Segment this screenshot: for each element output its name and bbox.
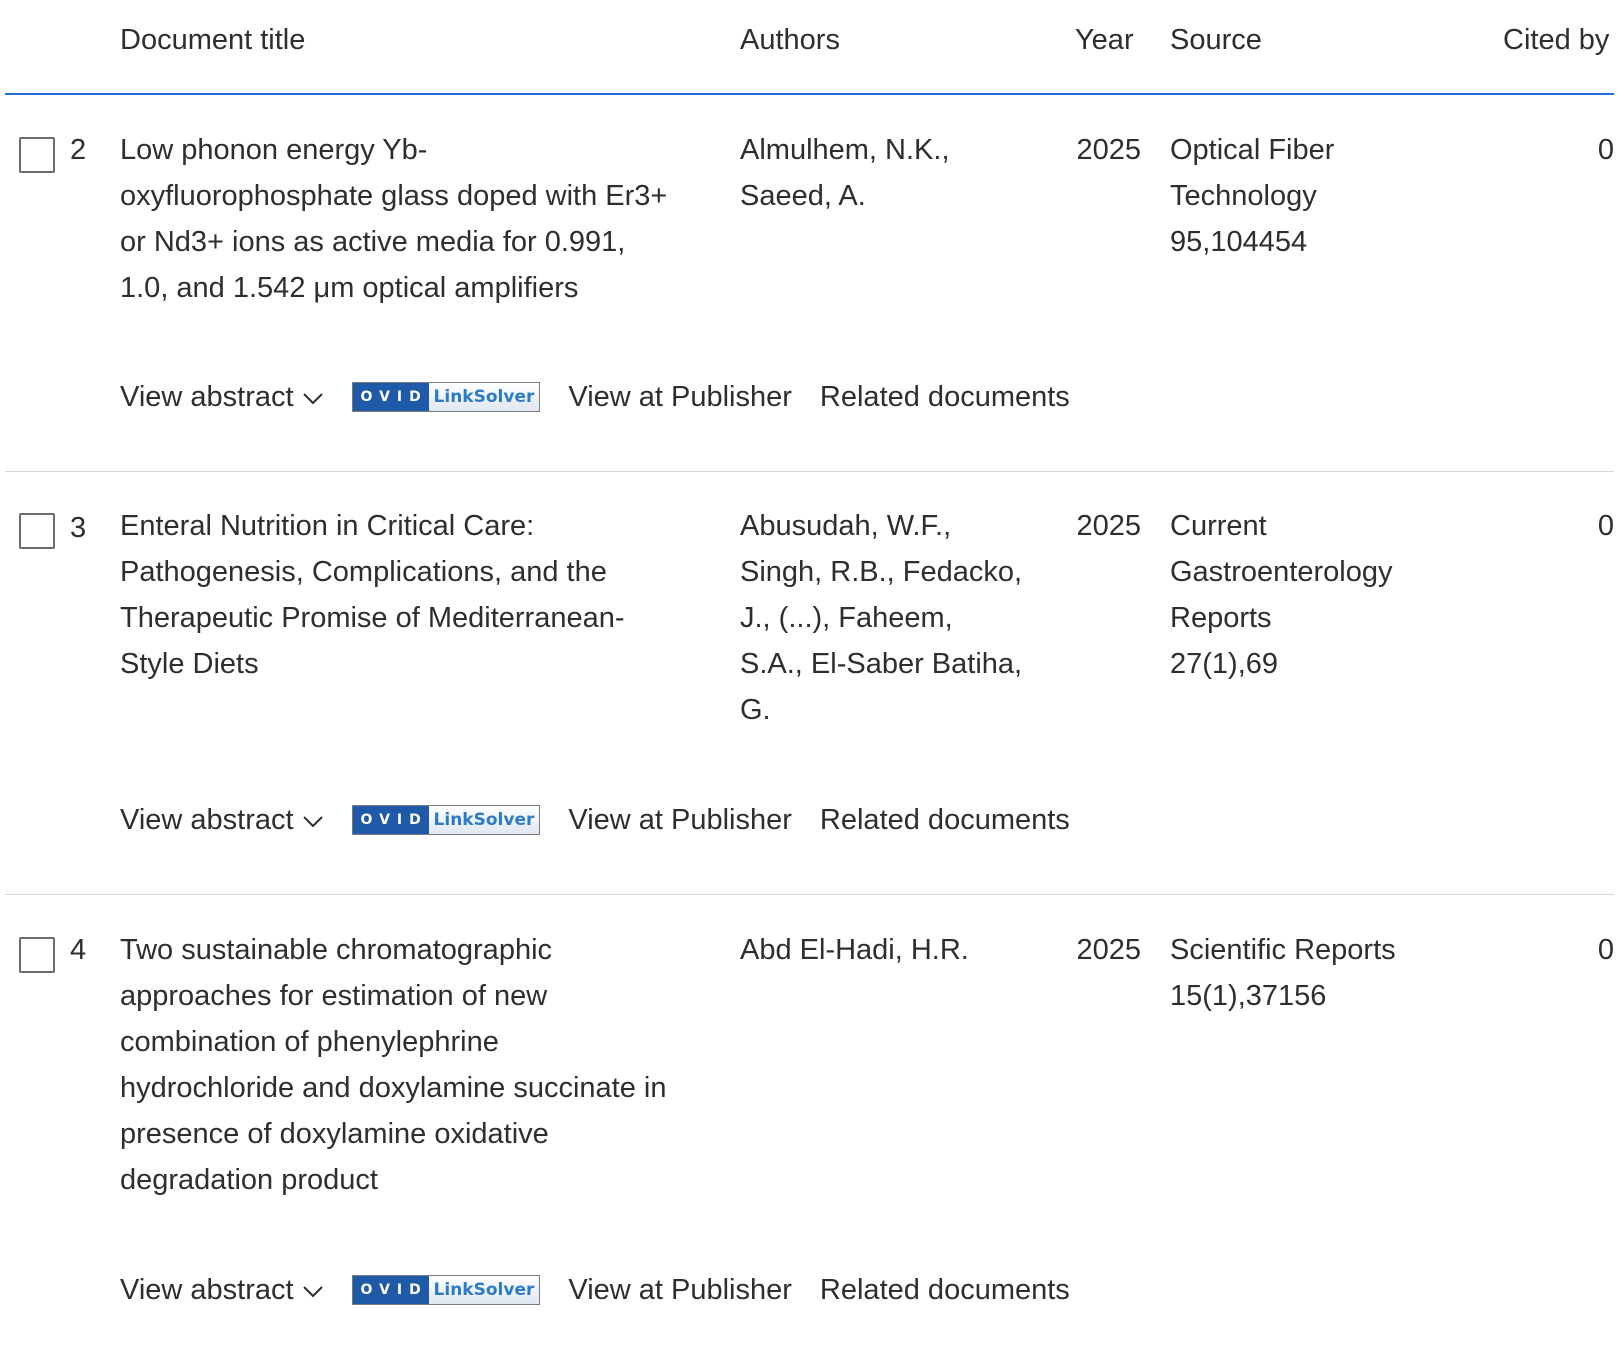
header-authors[interactable]: Authors: [740, 22, 840, 58]
author-line[interactable]: J., (...), Faheem,: [740, 595, 1050, 641]
row-divider: [5, 471, 1614, 472]
header-divider: [5, 93, 1614, 95]
source-line: 15(1),37156: [1170, 980, 1327, 1012]
related-documents-link[interactable]: Related documents: [820, 804, 1070, 837]
title-line[interactable]: oxyfluorophosphate glass doped with Er3+: [120, 173, 720, 219]
document-title[interactable]: Two sustainable chromatographic approach…: [120, 927, 720, 1203]
linksolver-logo: LinkSolver: [428, 806, 540, 834]
author-line[interactable]: G.: [740, 687, 1050, 733]
row-select-checkbox[interactable]: [19, 937, 55, 973]
source-line[interactable]: Current: [1170, 503, 1460, 549]
authors[interactable]: Almulhem, N.K., Saeed, A.: [740, 127, 1050, 219]
author-line[interactable]: Abusudah, W.F.,: [740, 503, 1050, 549]
document-title[interactable]: Enteral Nutrition in Critical Care: Path…: [120, 503, 720, 687]
header-source[interactable]: Source: [1170, 22, 1262, 58]
source[interactable]: Scientific Reports 15(1),37156: [1170, 927, 1460, 1019]
authors[interactable]: Abd El-Hadi, H.R.: [740, 927, 1050, 973]
view-abstract-button[interactable]: View abstract: [120, 381, 324, 414]
view-abstract-label: View abstract: [120, 380, 294, 413]
ovid-linksolver-button[interactable]: OVID LinkSolver: [351, 805, 541, 835]
related-documents-link[interactable]: Related documents: [820, 381, 1070, 414]
cited-by-count[interactable]: 0: [1500, 503, 1614, 549]
title-line[interactable]: or Nd3+ ions as active media for 0.991,: [120, 219, 720, 265]
source-line[interactable]: Gastroenterology: [1170, 549, 1460, 595]
row-actions: View abstract OVID LinkSolver View at Pub…: [120, 1270, 1070, 1310]
year: 2025: [1076, 134, 1141, 166]
view-abstract-button[interactable]: View abstract: [120, 1274, 324, 1307]
chevron-down-icon: [302, 393, 323, 405]
title-line[interactable]: Therapeutic Promise of Mediterranean-: [120, 595, 720, 641]
header-cited-by[interactable]: Cited by: [1503, 22, 1609, 58]
row-actions: View abstract OVID LinkSolver View at Pub…: [120, 377, 1070, 417]
chevron-down-icon: [302, 1286, 323, 1298]
title-line[interactable]: presence of doxylamine oxidative: [120, 1111, 720, 1157]
source-line[interactable]: Reports: [1170, 595, 1460, 641]
author-line[interactable]: Abd El-Hadi, H.R.: [740, 927, 1050, 973]
title-line[interactable]: Pathogenesis, Complications, and the: [120, 549, 720, 595]
row-actions: View abstract OVID LinkSolver View at Pub…: [120, 800, 1070, 840]
results-table-header: Document title Authors Year Source Cited…: [0, 0, 1618, 94]
view-abstract-button[interactable]: View abstract: [120, 804, 324, 837]
title-line[interactable]: Two sustainable chromatographic: [120, 927, 720, 973]
header-year[interactable]: Year: [1075, 22, 1134, 58]
cited-by-count[interactable]: 0: [1500, 127, 1614, 173]
ovid-linksolver-button[interactable]: OVID LinkSolver: [351, 1275, 541, 1305]
related-documents-link[interactable]: Related documents: [820, 1274, 1070, 1307]
author-line[interactable]: S.A., El-Saber Batiha,: [740, 641, 1050, 687]
year: 2025: [1076, 510, 1141, 542]
view-abstract-label: View abstract: [120, 803, 294, 836]
ovid-logo: OVID: [352, 383, 429, 411]
linksolver-logo: LinkSolver: [428, 383, 540, 411]
source-line: 95,104454: [1170, 226, 1308, 258]
source[interactable]: Optical Fiber Technology 95,104454: [1170, 127, 1460, 265]
header-document-title[interactable]: Document title: [120, 22, 305, 58]
title-line[interactable]: 1.0, and 1.542 μm optical amplifiers: [120, 265, 720, 311]
linksolver-logo: LinkSolver: [428, 1276, 540, 1304]
source-line[interactable]: Technology: [1170, 173, 1460, 219]
row-number: 4: [70, 934, 87, 966]
document-title[interactable]: Low phonon energy Yb- oxyfluorophosphate…: [120, 127, 720, 311]
source-line: 27(1),69: [1170, 648, 1279, 680]
view-abstract-label: View abstract: [120, 1273, 294, 1306]
row-select-checkbox[interactable]: [19, 137, 55, 173]
view-at-publisher-link[interactable]: View at Publisher: [568, 1274, 792, 1307]
title-line[interactable]: combination of phenylephrine: [120, 1019, 720, 1065]
authors[interactable]: Abusudah, W.F., Singh, R.B., Fedacko, J.…: [740, 503, 1050, 733]
author-line[interactable]: Almulhem, N.K.,: [740, 127, 1050, 173]
title-line[interactable]: hydrochloride and doxylamine succinate i…: [120, 1065, 720, 1111]
row-divider: [5, 894, 1614, 895]
title-line[interactable]: Low phonon energy Yb-: [120, 127, 720, 173]
cited-by-count[interactable]: 0: [1500, 927, 1614, 973]
view-at-publisher-link[interactable]: View at Publisher: [568, 381, 792, 414]
view-at-publisher-link[interactable]: View at Publisher: [568, 804, 792, 837]
title-line[interactable]: approaches for estimation of new: [120, 973, 720, 1019]
row-number: 2: [70, 134, 87, 166]
title-line[interactable]: degradation product: [120, 1157, 720, 1203]
title-line[interactable]: Enteral Nutrition in Critical Care:: [120, 503, 720, 549]
ovid-logo: OVID: [352, 1276, 429, 1304]
ovid-linksolver-button[interactable]: OVID LinkSolver: [351, 382, 541, 412]
author-line[interactable]: Saeed, A.: [740, 173, 1050, 219]
ovid-logo: OVID: [352, 806, 429, 834]
author-line[interactable]: Singh, R.B., Fedacko,: [740, 549, 1050, 595]
chevron-down-icon: [302, 816, 323, 828]
source-line[interactable]: Optical Fiber: [1170, 127, 1460, 173]
source[interactable]: Current Gastroenterology Reports 27(1),6…: [1170, 503, 1460, 687]
row-number: 3: [70, 512, 87, 544]
year: 2025: [1076, 934, 1141, 966]
row-select-checkbox[interactable]: [19, 513, 55, 549]
title-line[interactable]: Style Diets: [120, 641, 720, 687]
source-line[interactable]: Scientific Reports: [1170, 927, 1460, 973]
